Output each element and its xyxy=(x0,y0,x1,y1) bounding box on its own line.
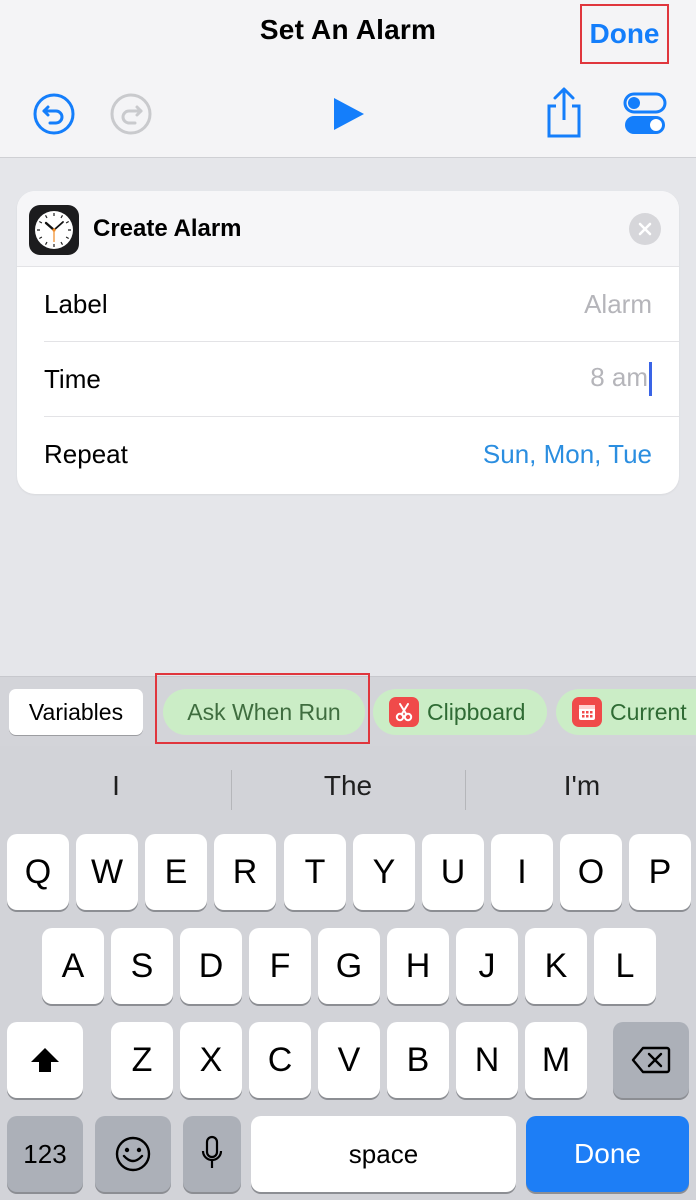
key-g[interactable]: G xyxy=(318,928,380,1004)
suggestion-3[interactable]: I'm xyxy=(466,770,696,802)
suggestion-1[interactable]: I xyxy=(0,770,232,802)
share-icon[interactable] xyxy=(540,86,588,138)
clock-icon xyxy=(29,205,79,255)
navigation-bar: Set An Alarm Done xyxy=(0,0,696,158)
keyboard-done-key[interactable]: Done xyxy=(526,1116,689,1192)
suggestion-2[interactable]: The xyxy=(232,770,464,802)
card-header: Create Alarm xyxy=(17,191,679,267)
microphone-icon xyxy=(201,1135,223,1168)
create-alarm-card: Create Alarm Label Alarm Time 8 am Repea… xyxy=(17,191,679,494)
label-field[interactable]: Alarm xyxy=(584,289,652,320)
time-value: 8 am xyxy=(590,361,648,392)
action-title: Create Alarm xyxy=(93,215,242,242)
dictation-key[interactable] xyxy=(183,1116,241,1192)
key-e[interactable]: E xyxy=(145,834,207,910)
space-key[interactable]: space xyxy=(251,1116,516,1192)
key-h[interactable]: H xyxy=(387,928,449,1004)
key-b[interactable]: B xyxy=(387,1022,449,1098)
key-v[interactable]: V xyxy=(318,1022,380,1098)
current-date-variable-button[interactable]: Current xyxy=(556,689,696,735)
key-l[interactable]: L xyxy=(594,928,656,1004)
key-o[interactable]: O xyxy=(560,834,622,910)
text-cursor xyxy=(649,362,652,397)
redo-icon[interactable] xyxy=(107,90,155,138)
close-icon[interactable] xyxy=(629,213,661,245)
done-button[interactable]: Done xyxy=(580,4,669,64)
row-label: Label xyxy=(44,288,108,319)
key-z[interactable]: Z xyxy=(111,1022,173,1098)
keyboard: I The I'm Q W E R T Y U I O P A S D F G … xyxy=(0,746,696,1200)
repeat-row[interactable]: Repeat Sun, Mon, Tue xyxy=(44,417,679,492)
key-i[interactable]: I xyxy=(491,834,553,910)
key-j[interactable]: J xyxy=(456,928,518,1004)
key-q[interactable]: Q xyxy=(7,834,69,910)
clipboard-variable-button[interactable]: Clipboard xyxy=(373,689,547,735)
play-icon[interactable] xyxy=(324,90,372,138)
key-p[interactable]: P xyxy=(629,834,691,910)
key-n[interactable]: N xyxy=(456,1022,518,1098)
emoji-key[interactable] xyxy=(95,1116,171,1192)
time-row[interactable]: Time 8 am xyxy=(44,342,679,417)
predictive-suggestions: I The I'm xyxy=(0,746,696,832)
delete-key[interactable] xyxy=(613,1022,689,1098)
label-row[interactable]: Label Alarm xyxy=(44,267,679,342)
clipboard-label: Clipboard xyxy=(427,698,526,725)
key-m[interactable]: M xyxy=(525,1022,587,1098)
ask-when-run-highlight xyxy=(155,673,370,744)
emoji-icon xyxy=(115,1136,151,1172)
time-field[interactable]: 8 am xyxy=(590,362,652,397)
key-f[interactable]: F xyxy=(249,928,311,1004)
repeat-value[interactable]: Sun, Mon, Tue xyxy=(483,439,652,470)
key-r[interactable]: R xyxy=(214,834,276,910)
key-s[interactable]: S xyxy=(111,928,173,1004)
row-label: Time xyxy=(44,363,101,394)
current-label: Current xyxy=(610,698,687,725)
numbers-key[interactable]: 123 xyxy=(7,1116,83,1192)
shift-icon xyxy=(31,1048,59,1072)
backspace-icon xyxy=(631,1046,671,1074)
undo-icon[interactable] xyxy=(30,90,78,138)
key-x[interactable]: X xyxy=(180,1022,242,1098)
variables-button[interactable]: Variables xyxy=(9,689,143,735)
key-y[interactable]: Y xyxy=(353,834,415,910)
shift-key[interactable] xyxy=(7,1022,83,1098)
key-w[interactable]: W xyxy=(76,834,138,910)
key-c[interactable]: C xyxy=(249,1022,311,1098)
row-label: Repeat xyxy=(44,439,128,469)
settings-toggle-icon[interactable] xyxy=(621,90,669,138)
key-k[interactable]: K xyxy=(525,928,587,1004)
key-u[interactable]: U xyxy=(422,834,484,910)
calendar-icon xyxy=(572,697,602,727)
key-a[interactable]: A xyxy=(42,928,104,1004)
key-t[interactable]: T xyxy=(284,834,346,910)
key-d[interactable]: D xyxy=(180,928,242,1004)
scissors-icon xyxy=(389,697,419,727)
